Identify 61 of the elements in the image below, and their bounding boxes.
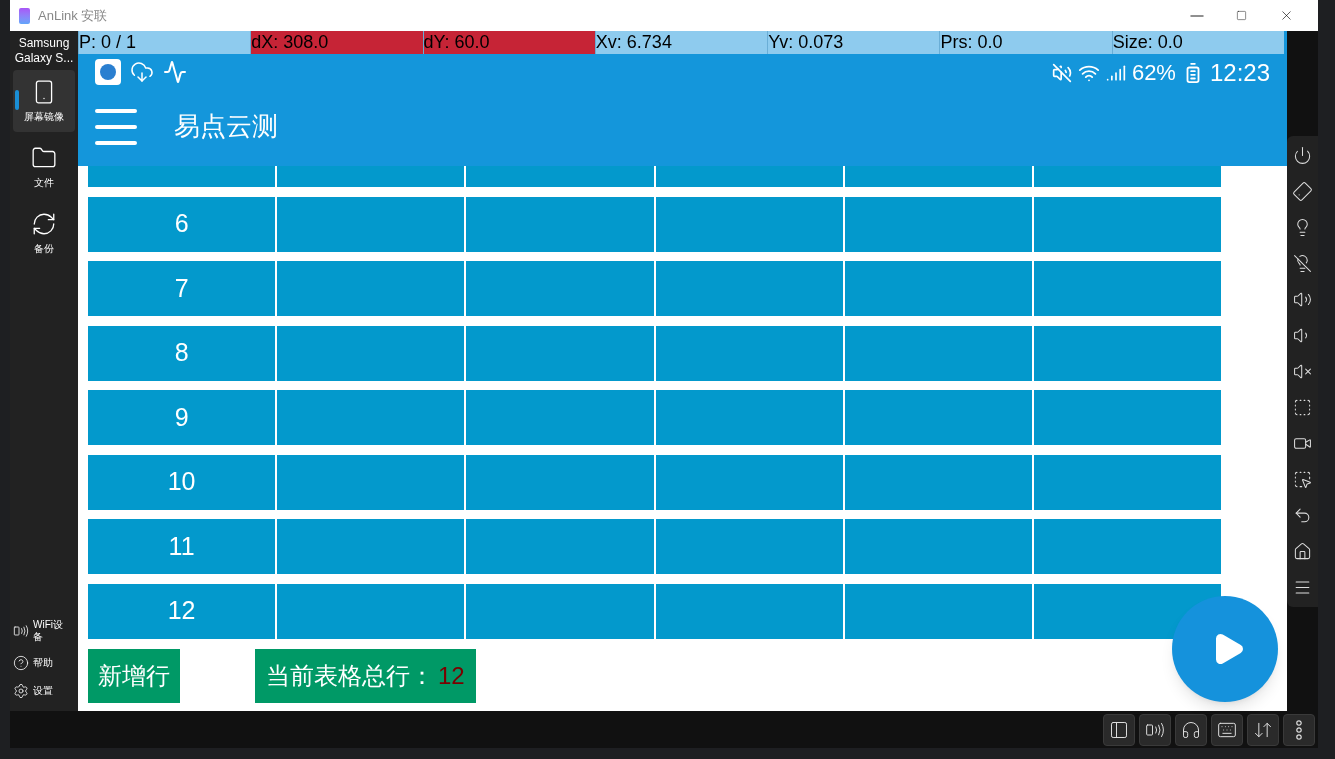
sidebar-link[interactable]: 设置	[13, 683, 75, 699]
headphones-button[interactable]	[1175, 713, 1207, 746]
debug-readout: Xv: 6.734	[594, 31, 768, 54]
power-icon	[1293, 146, 1312, 165]
menu-icon	[1293, 578, 1312, 597]
activity-icon	[163, 60, 187, 84]
settings-icon	[13, 683, 29, 699]
select-area-icon	[1293, 398, 1312, 417]
row-count-caption: 当前表格总行：	[266, 660, 434, 691]
table-cell: 6	[88, 196, 276, 252]
table-cell: 11	[88, 519, 276, 574]
table-cell: 7	[88, 261, 276, 316]
app-logo-icon	[19, 7, 30, 24]
rotate-button[interactable]	[1291, 181, 1314, 202]
select-pointer-icon	[1293, 470, 1312, 489]
panel-button[interactable]	[1103, 713, 1135, 746]
sidebar-link[interactable]: 帮助	[13, 655, 75, 671]
debug-readout: Prs: 0.0	[939, 31, 1112, 54]
minimize-icon	[1189, 14, 1204, 17]
wireless-phone-button[interactable]	[1139, 713, 1171, 746]
bulb-off-icon	[1293, 254, 1312, 273]
close-icon	[1279, 8, 1294, 23]
row-count-value: 12	[438, 660, 465, 691]
table-cell: 10	[88, 454, 276, 510]
battery-percent: 62%	[1131, 61, 1176, 85]
clock: 12:23	[1209, 61, 1270, 85]
debug-readout: P: 0 / 1	[78, 31, 251, 54]
sidebar-item[interactable]: 文件	[13, 136, 75, 198]
keyboard-button[interactable]	[1211, 713, 1243, 746]
signal-icon	[1105, 63, 1126, 83]
back-icon	[1293, 506, 1312, 525]
table-cell: 12	[88, 583, 276, 639]
sidebar-item[interactable]: 屏幕镜像	[13, 70, 75, 132]
device-name: Samsung Galaxy S...	[13, 36, 75, 66]
sidebar-item[interactable]: 备份	[13, 202, 75, 264]
app-notification-icon	[95, 59, 121, 85]
debug-readout: dY: 60.0	[422, 31, 595, 54]
cloud-download-icon	[129, 60, 155, 84]
headphones-icon	[1181, 719, 1201, 740]
more-icon	[1296, 719, 1302, 740]
active-indicator	[15, 90, 19, 110]
maximize-icon	[1236, 10, 1247, 21]
window-title: AnLink 安联	[38, 6, 108, 25]
debug-readout: dX: 308.0	[250, 31, 423, 54]
home-icon	[1293, 542, 1312, 561]
swap-button[interactable]	[1247, 713, 1279, 746]
wireless-phone-icon	[13, 623, 29, 639]
app-title: 易点云测	[174, 110, 278, 143]
help-icon	[13, 655, 29, 671]
table-cell: 8	[88, 325, 276, 381]
volume-up-icon	[1293, 290, 1312, 309]
bulb-off-button[interactable]	[1291, 253, 1314, 274]
debug-readout: Yv: 0.073	[767, 31, 940, 54]
panel-icon	[1109, 719, 1129, 740]
mute-status-icon	[1051, 63, 1072, 83]
mute-icon	[1293, 362, 1312, 381]
debug-readout: Size: 0.0	[1111, 31, 1284, 54]
add-row-button[interactable]: 新增行	[88, 648, 180, 703]
table-cell: 9	[88, 390, 276, 445]
sidebar-link[interactable]: WiFi设备	[13, 619, 75, 643]
more-button[interactable]	[1283, 713, 1315, 746]
